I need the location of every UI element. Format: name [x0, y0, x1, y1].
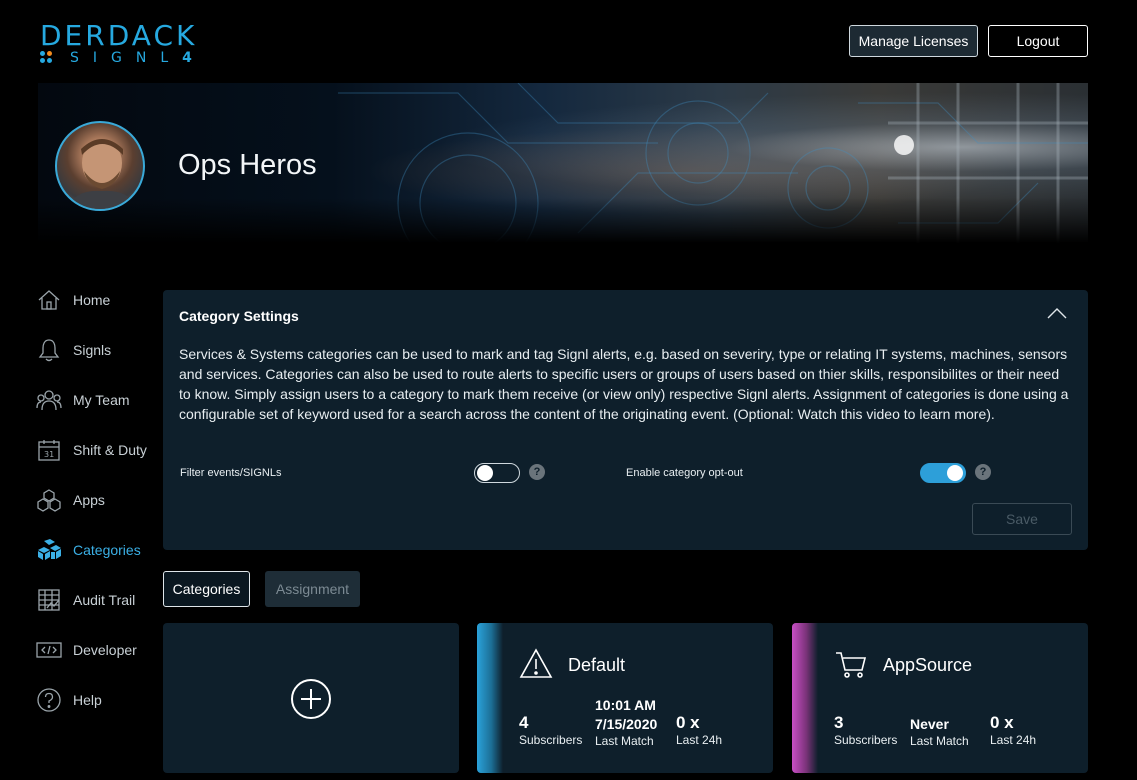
team-name: Ops Heros: [178, 149, 317, 181]
card-name: Default: [568, 655, 626, 675]
audit-icon: [36, 587, 62, 613]
sidebar-item-my-team[interactable]: My Team: [36, 383, 166, 417]
subscribers-stat: 4 Subscribers: [519, 713, 583, 747]
sidebar-item-signls[interactable]: Signls: [36, 333, 166, 367]
card-name: AppSource: [883, 655, 973, 675]
category-optout-toggle[interactable]: [920, 463, 966, 483]
panel-description: Services & Systems categories can be use…: [179, 346, 1069, 422]
sidebar-item-label: Help: [73, 692, 102, 708]
toggle-knob: [477, 465, 493, 481]
derdack-signl4-logo: DERDACK SIGNL4: [40, 22, 230, 66]
avatar-photo: [68, 139, 136, 209]
code-icon: [36, 637, 62, 663]
logo-dots-icon: [40, 51, 56, 67]
category-optout-label: Enable category opt-out: [626, 467, 743, 479]
tab-categories[interactable]: Categories: [163, 571, 250, 607]
toggle-knob: [947, 465, 963, 481]
sidebar-item-label: Categories: [73, 542, 141, 558]
warning-icon: [519, 648, 553, 678]
sidebar-item-home[interactable]: Home: [36, 283, 166, 317]
bell-icon: [36, 337, 62, 363]
question-icon[interactable]: ?: [975, 464, 991, 480]
save-button[interactable]: Save: [972, 503, 1072, 535]
last-match-stat: Never Last Match: [910, 716, 969, 748]
category-settings-panel: Category Settings Services & Systems cat…: [163, 290, 1088, 550]
sidebar-item-label: Signls: [73, 342, 112, 358]
card-color-stripe: [477, 623, 503, 773]
sidebar-item-help[interactable]: Help: [36, 683, 166, 717]
chevron-up-icon[interactable]: [1047, 306, 1067, 320]
cart-icon: [836, 652, 867, 678]
category-card[interactable]: Default 4 Subscribers 10:01 AM 7/15/2020…: [477, 623, 773, 773]
sidebar-item-label: Apps: [73, 492, 105, 508]
add-category-card[interactable]: [163, 623, 459, 773]
home-icon: [36, 287, 62, 313]
sidebar-item-apps[interactable]: Apps: [36, 483, 166, 517]
team-avatar: [55, 121, 145, 211]
card-color-stripe: [792, 623, 818, 773]
logo-wordmark: DERDACK: [40, 19, 198, 52]
sidebar-item-shift-duty[interactable]: 31 Shift & Duty: [36, 433, 166, 467]
logout-button[interactable]: Logout: [988, 25, 1088, 57]
tab-assignment[interactable]: Assignment: [265, 571, 360, 607]
sidebar-item-audit-trail[interactable]: Audit Trail: [36, 583, 166, 617]
sidebar-item-label: Home: [73, 292, 111, 308]
sidebar-item-developer[interactable]: Developer: [36, 633, 166, 667]
sidebar-item-label: Developer: [73, 642, 137, 658]
categories-icon: [36, 537, 62, 563]
cubes-icon: [36, 487, 62, 513]
last-24h-stat: 0 x Last 24h: [990, 713, 1037, 747]
question-icon[interactable]: ?: [529, 464, 545, 480]
svg-text:31: 31: [44, 450, 54, 459]
category-card[interactable]: AppSource 3 Subscribers Never Last Match…: [792, 623, 1088, 773]
calendar-icon: 31: [36, 437, 62, 463]
filter-events-label: Filter events/SIGNLs: [180, 467, 282, 479]
sidebar-item-label: Shift & Duty: [73, 442, 147, 458]
last-match-stat: 10:01 AM 7/15/2020 Last Match: [595, 697, 658, 748]
filter-events-toggle[interactable]: [474, 463, 520, 483]
team-icon: [36, 387, 62, 413]
panel-title: Category Settings: [179, 308, 299, 324]
last-24h-stat: 0 x Last 24h: [676, 713, 723, 747]
plus-circle-icon[interactable]: [291, 679, 331, 719]
sidebar-item-label: My Team: [73, 392, 130, 408]
manage-licenses-button[interactable]: Manage Licenses: [849, 25, 978, 57]
team-banner: Ops Heros: [38, 83, 1088, 243]
subscribers-stat: 3 Subscribers: [834, 713, 898, 747]
sidebar-item-label: Audit Trail: [73, 592, 136, 608]
help-icon: [36, 687, 62, 713]
logo-product: SIGNL4: [70, 50, 192, 66]
sidebar-item-categories[interactable]: Categories: [36, 533, 166, 567]
